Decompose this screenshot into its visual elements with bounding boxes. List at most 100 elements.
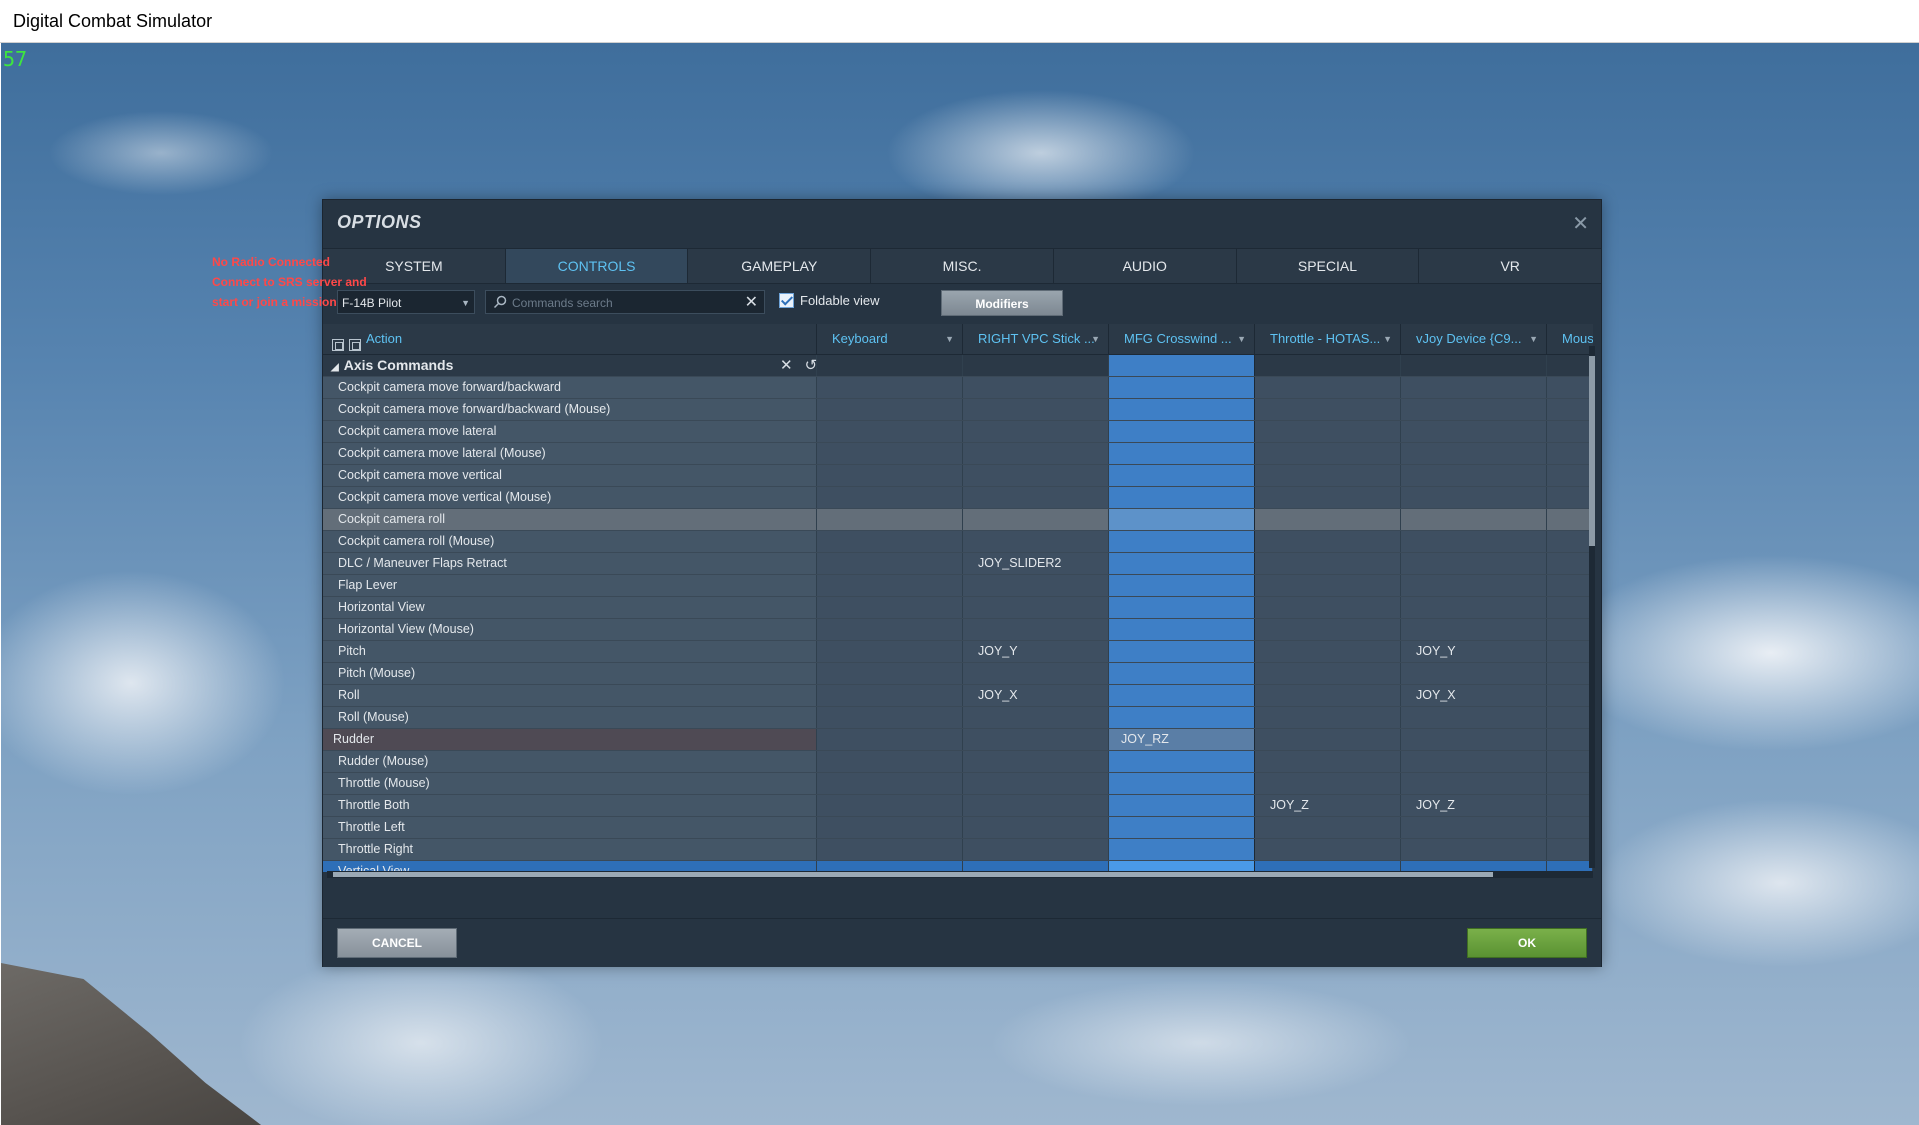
binding-cell[interactable] — [1547, 531, 1593, 552]
expand-all-icon[interactable] — [332, 339, 344, 351]
binding-cell[interactable] — [1109, 641, 1255, 662]
binding-cell[interactable] — [1109, 795, 1255, 816]
binding-cell[interactable] — [963, 795, 1109, 816]
binding-cell[interactable] — [1547, 751, 1593, 772]
tab-gameplay[interactable]: GAMEPLAY — [688, 249, 872, 283]
binding-cell[interactable] — [1401, 531, 1547, 552]
binding-cell[interactable] — [1109, 597, 1255, 618]
binding-cell[interactable] — [817, 487, 963, 508]
binding-cell[interactable] — [963, 817, 1109, 838]
action-cell[interactable]: Rudder — [323, 729, 817, 750]
category-row-axis-commands[interactable]: ◢ Axis Commands ✕ ↺ — [323, 355, 1593, 377]
binding-cell[interactable] — [1255, 839, 1401, 860]
tab-controls[interactable]: CONTROLS — [505, 249, 689, 283]
action-cell[interactable]: Cockpit camera move lateral (Mouse) — [323, 443, 817, 464]
column-header-action[interactable]: Action — [323, 324, 817, 354]
binding-cell[interactable]: JOY_RZ — [1109, 729, 1255, 750]
binding-cell[interactable] — [963, 531, 1109, 552]
binding-cell[interactable] — [1109, 619, 1255, 640]
action-cell[interactable]: Throttle Both — [323, 795, 817, 816]
clear-category-icon[interactable]: ✕ — [780, 357, 793, 374]
binding-cell[interactable] — [1547, 509, 1593, 530]
table-row[interactable]: Cockpit camera move forward/backward — [323, 377, 1593, 399]
table-row[interactable]: Pitch JOY_Y JOY_Y — [323, 641, 1593, 663]
table-row[interactable]: Cockpit camera roll — [323, 509, 1593, 531]
binding-cell[interactable] — [1547, 443, 1593, 464]
modifiers-button[interactable]: Modifiers — [941, 290, 1063, 316]
binding-cell[interactable] — [1109, 421, 1255, 442]
binding-cell[interactable] — [1255, 465, 1401, 486]
close-icon[interactable]: ✕ — [1572, 211, 1589, 236]
binding-cell[interactable] — [1547, 553, 1593, 574]
binding-cell[interactable] — [1547, 729, 1593, 750]
binding-cell[interactable] — [1401, 355, 1547, 376]
binding-cell[interactable] — [1401, 619, 1547, 640]
column-header-vjoy[interactable]: vJoy Device {C9... ▼ — [1401, 324, 1547, 354]
tab-audio[interactable]: AUDIO — [1054, 249, 1237, 283]
binding-cell[interactable] — [1547, 795, 1593, 816]
table-row[interactable]: Cockpit camera move vertical — [323, 465, 1593, 487]
binding-cell[interactable] — [1109, 377, 1255, 398]
binding-cell[interactable] — [1401, 839, 1547, 860]
binding-cell[interactable] — [1109, 773, 1255, 794]
binding-cell[interactable] — [817, 839, 963, 860]
binding-cell[interactable] — [1547, 817, 1593, 838]
binding-cell[interactable] — [1547, 773, 1593, 794]
binding-cell[interactable] — [963, 355, 1109, 376]
tab-misc[interactable]: MISC. — [871, 249, 1054, 283]
binding-cell[interactable] — [1255, 531, 1401, 552]
table-row[interactable]: Cockpit camera move lateral (Mouse) — [323, 443, 1593, 465]
binding-cell[interactable] — [1255, 685, 1401, 706]
binding-cell[interactable] — [817, 729, 963, 750]
binding-cell[interactable] — [1255, 377, 1401, 398]
binding-cell[interactable]: JOY_Z — [1401, 795, 1547, 816]
clear-search-icon[interactable]: ✕ — [745, 292, 758, 312]
binding-cell[interactable] — [1547, 465, 1593, 486]
collapse-triangle-icon[interactable]: ◢ — [331, 362, 339, 373]
ok-button[interactable]: OK — [1467, 928, 1587, 958]
binding-cell[interactable] — [963, 421, 1109, 442]
table-row[interactable]: Cockpit camera move vertical (Mouse) — [323, 487, 1593, 509]
binding-cell[interactable] — [817, 795, 963, 816]
binding-cell[interactable] — [1547, 839, 1593, 860]
action-cell[interactable]: Throttle Right — [323, 839, 817, 860]
column-header-keyboard[interactable]: Keyboard ▼ — [817, 324, 963, 354]
binding-cell[interactable] — [817, 817, 963, 838]
tab-vr[interactable]: VR — [1419, 249, 1601, 283]
binding-cell[interactable] — [817, 355, 963, 376]
binding-cell[interactable] — [1547, 421, 1593, 442]
binding-cell[interactable] — [1109, 751, 1255, 772]
binding-cell[interactable] — [1109, 839, 1255, 860]
binding-cell[interactable] — [1255, 597, 1401, 618]
table-row[interactable]: Cockpit camera move forward/backward (Mo… — [323, 399, 1593, 421]
binding-cell[interactable] — [1401, 751, 1547, 772]
column-header-throttle-hotas[interactable]: Throttle - HOTAS... ▼ — [1255, 324, 1401, 354]
action-cell[interactable]: Throttle Left — [323, 817, 817, 838]
binding-cell[interactable] — [817, 443, 963, 464]
column-header-vpc-stick[interactable]: RIGHT VPC Stick ... ▼ — [963, 324, 1109, 354]
table-row[interactable]: Horizontal View (Mouse) — [323, 619, 1593, 641]
binding-cell[interactable] — [963, 839, 1109, 860]
binding-cell[interactable] — [1547, 685, 1593, 706]
binding-cell[interactable] — [1401, 465, 1547, 486]
scrollbar-thumb[interactable] — [1589, 356, 1595, 546]
table-row[interactable]: Throttle Left — [323, 817, 1593, 839]
binding-cell[interactable] — [963, 597, 1109, 618]
binding-cell[interactable] — [1547, 641, 1593, 662]
foldable-view-toggle[interactable]: Foldable view — [779, 293, 880, 308]
binding-cell[interactable] — [1547, 597, 1593, 618]
action-cell[interactable]: Throttle (Mouse) — [323, 773, 817, 794]
binding-cell[interactable] — [1109, 443, 1255, 464]
binding-cell[interactable] — [1401, 817, 1547, 838]
action-cell[interactable]: Cockpit camera roll — [323, 509, 817, 530]
binding-cell[interactable] — [963, 377, 1109, 398]
reset-category-icon[interactable]: ↺ — [805, 357, 818, 374]
binding-cell[interactable] — [817, 553, 963, 574]
action-cell[interactable]: Roll (Mouse) — [323, 707, 817, 728]
binding-cell[interactable] — [817, 685, 963, 706]
collapse-all-icon[interactable] — [349, 339, 361, 351]
scrollbar-thumb[interactable] — [333, 872, 1493, 877]
binding-cell[interactable] — [1401, 553, 1547, 574]
binding-cell[interactable] — [817, 531, 963, 552]
binding-cell[interactable]: JOY_X — [1401, 685, 1547, 706]
